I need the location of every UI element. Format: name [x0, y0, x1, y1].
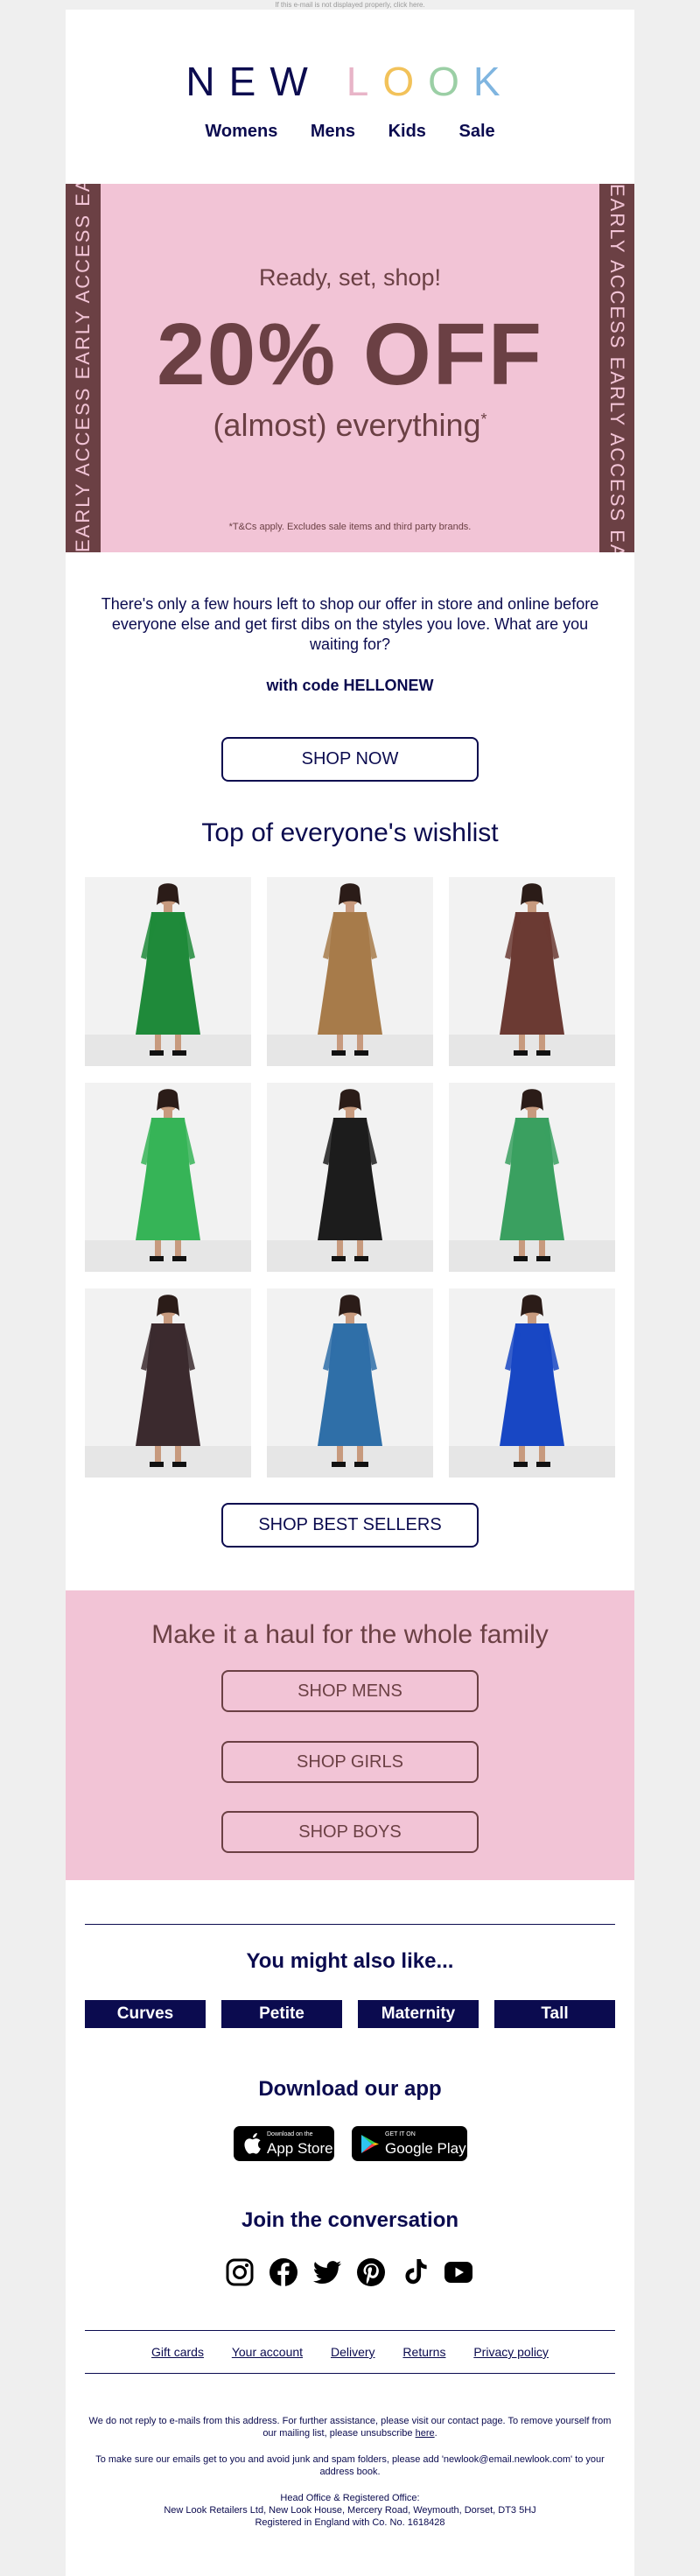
your-account-link[interactable]: Your account [232, 2345, 303, 2359]
family-title: Make it a haul for the whole family [151, 1620, 549, 1649]
category-maternity-button[interactable]: Maternity [358, 2000, 479, 2028]
shop-boys-button[interactable]: SHOP BOYS [221, 1811, 479, 1853]
facebook-icon[interactable] [269, 2257, 298, 2287]
instagram-icon[interactable] [225, 2257, 255, 2287]
gift-cards-link[interactable]: Gift cards [151, 2345, 204, 2359]
preheader-link[interactable]: If this e-mail is not displayed properly… [0, 0, 700, 10]
hero-banner[interactable]: EARLY ACCESS EARLY ACCESS EARLY ACCESS E… [66, 184, 634, 552]
google-play-badge[interactable]: GET IT ON Google Play [352, 2126, 467, 2161]
shop-best-sellers-button[interactable]: SHOP BEST SELLERS [221, 1503, 479, 1548]
category-petite-button[interactable]: Petite [221, 2000, 342, 2028]
apple-icon [244, 2133, 261, 2154]
divider [85, 1924, 615, 1925]
logo-letter: L [346, 59, 383, 104]
shop-now-button[interactable]: SHOP NOW [221, 737, 479, 782]
legal-contact: We do not reply to e-mails from this add… [88, 2416, 612, 2439]
leopard-skirt-image[interactable] [267, 877, 433, 1066]
nav-sale[interactable]: Sale [458, 122, 494, 141]
family-section: Make it a haul for the whole family SHOP… [66, 1590, 634, 1880]
category-tall-button[interactable]: Tall [494, 2000, 615, 2028]
social-title: Join the conversation [241, 2208, 459, 2232]
green-spot-dress-image[interactable] [449, 1083, 615, 1272]
youtube-icon[interactable] [444, 2257, 473, 2287]
main-nav: Womens Mens Kids Sale [66, 122, 634, 142]
category-curves-button[interactable]: Curves [85, 2000, 206, 2028]
logo-letter: O [428, 59, 473, 104]
logo-letter: K [472, 59, 514, 104]
intro-text: There's only a few hours left to shop ou… [101, 595, 599, 653]
app-title: Download our app [258, 2077, 442, 2101]
returns-link[interactable]: Returns [402, 2345, 445, 2359]
app-store-badge[interactable]: Download on the App Store [234, 2126, 334, 2161]
footer-links: Gift cards Your account Delivery Returns… [66, 2345, 634, 2359]
hero-terms: *T&Cs apply. Excludes sale items and thi… [228, 522, 472, 532]
black-tote-bag-image[interactable] [267, 1083, 433, 1272]
logo-letter: N [186, 59, 229, 104]
logo-letter: E [228, 59, 270, 104]
logo-letter: W [270, 59, 322, 104]
shop-mens-button[interactable]: SHOP MENS [221, 1670, 479, 1712]
unsubscribe-link[interactable]: here [416, 2428, 435, 2439]
wishlist-title: Top of everyone's wishlist [201, 818, 499, 847]
green-gingham-dress-image[interactable] [85, 877, 251, 1066]
shop-girls-button[interactable]: SHOP GIRLS [221, 1741, 479, 1783]
privacy-policy-link[interactable]: Privacy policy [473, 2345, 549, 2359]
email-container: NEW LOOK Womens Mens Kids Sale EARLY ACCE… [66, 10, 634, 2576]
legal-address: New Look Retailers Ltd, New Look House, … [164, 2505, 536, 2516]
legal-safelist: To make sure our emails get to you and a… [95, 2454, 605, 2477]
hero-kicker: Ready, set, shop! [258, 264, 442, 291]
nav-womens[interactable]: Womens [205, 122, 277, 141]
promo-code: with code HELLONEW [266, 677, 434, 694]
blue-print-dress-image[interactable] [267, 1288, 433, 1478]
nav-kids[interactable]: Kids [388, 122, 426, 141]
new-look-logo[interactable]: NEW LOOK [66, 58, 634, 105]
hero-headline: 20% OFF [157, 305, 543, 404]
green-skirt-image[interactable] [85, 1083, 251, 1272]
brown-print-dress-image[interactable] [449, 877, 615, 1066]
google-play-icon [361, 2135, 379, 2153]
tiktok-icon[interactable] [400, 2257, 430, 2287]
hero-subline: (almost) everything* [213, 407, 487, 443]
legal-registration: Registered in England with Co. No. 16184… [255, 2517, 445, 2528]
logo-letter: O [382, 59, 429, 104]
footer-divider-bottom [85, 2373, 615, 2374]
cobalt-dress-image[interactable] [449, 1288, 615, 1478]
footer-divider-top [85, 2330, 615, 2331]
delivery-link[interactable]: Delivery [331, 2345, 375, 2359]
nav-mens[interactable]: Mens [311, 122, 355, 141]
pink-leopard-dress-image[interactable] [85, 1288, 251, 1478]
legal-office-heading: Head Office & Registered Office: [280, 2493, 420, 2503]
pinterest-icon[interactable] [356, 2257, 386, 2287]
twitter-icon[interactable] [312, 2257, 342, 2287]
also-like-title: You might also like... [246, 1949, 454, 1973]
